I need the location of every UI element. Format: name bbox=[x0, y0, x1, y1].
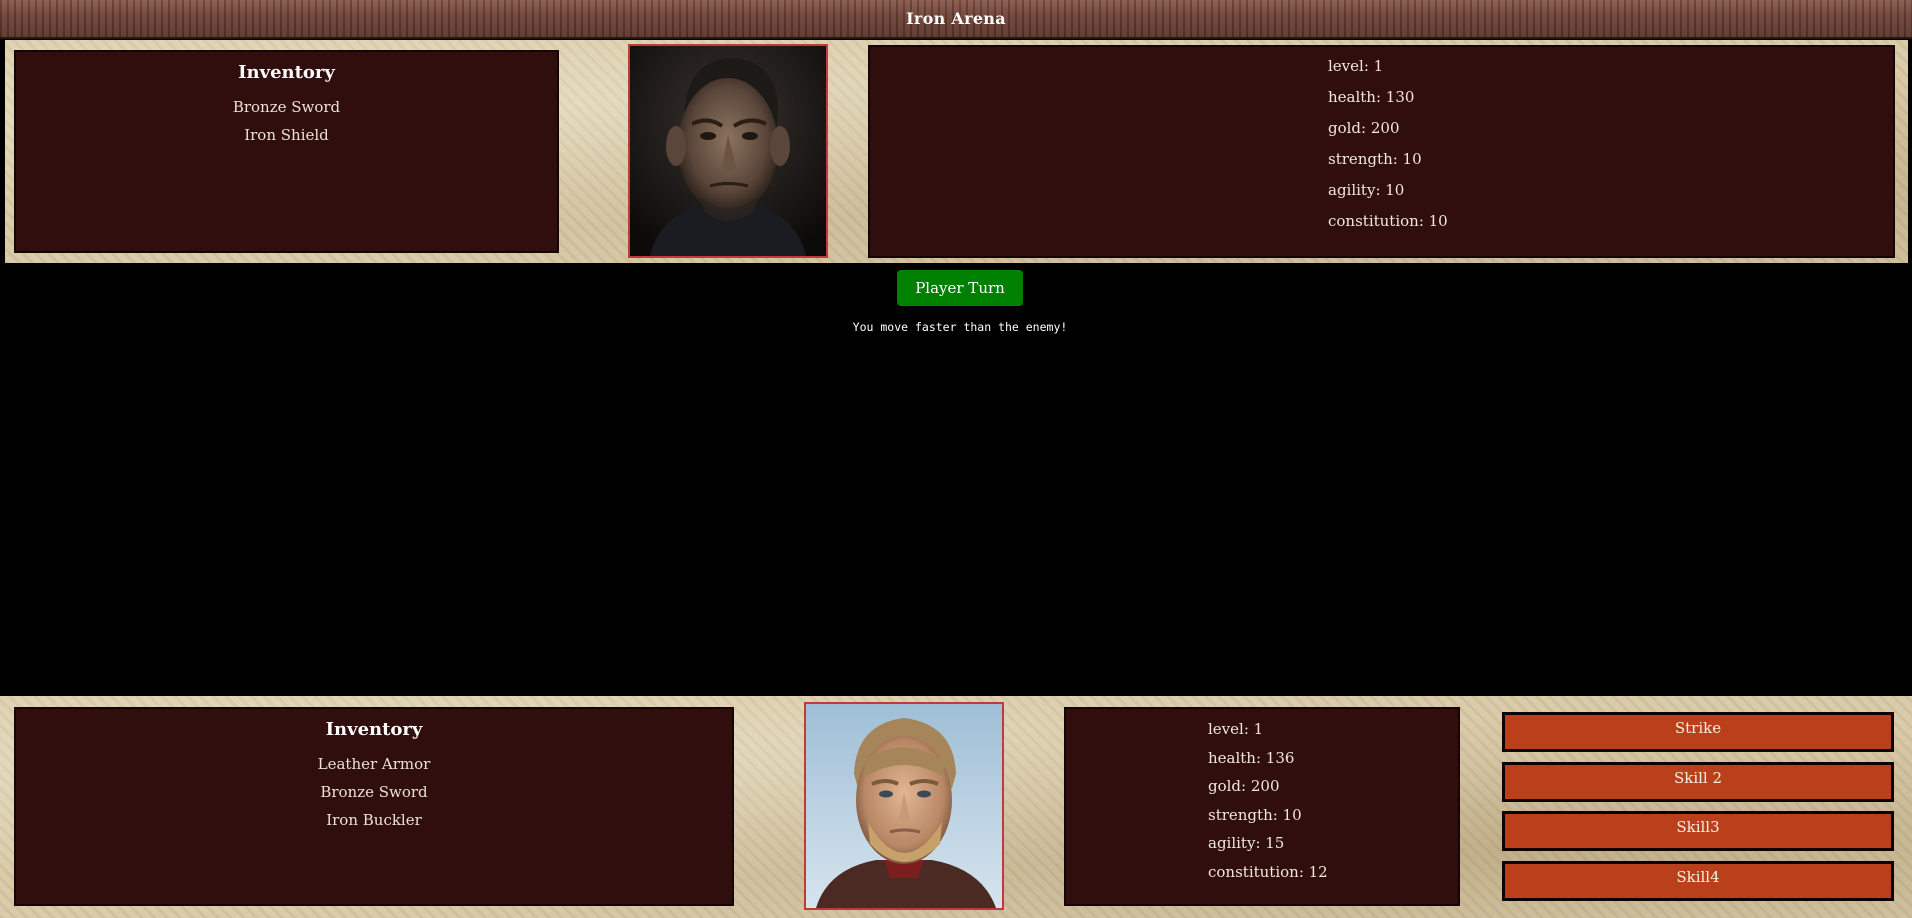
stat-constitution: constitution: 12 bbox=[1208, 862, 1328, 881]
title-bar: Iron Arena bbox=[0, 0, 1912, 39]
stat-health: health: 136 bbox=[1208, 748, 1295, 767]
game-title: Iron Arena bbox=[906, 9, 1006, 28]
inventory-item[interactable]: Bronze Sword bbox=[16, 93, 557, 121]
player-stats-list: level: 1 health: 136 gold: 200 strength:… bbox=[1208, 715, 1328, 886]
strike-button[interactable]: Strike bbox=[1502, 712, 1894, 752]
stat-health: health: 130 bbox=[1328, 88, 1415, 106]
combat-log-message: You move faster than the enemy! bbox=[852, 320, 1068, 334]
stat-gold: gold: 200 bbox=[1328, 119, 1400, 137]
inventory-item[interactable]: Leather Armor bbox=[16, 750, 732, 778]
stat-constitution: constitution: 10 bbox=[1328, 212, 1448, 230]
enemy-stats-list: level: 1 health: 130 gold: 200 strength:… bbox=[1328, 51, 1448, 237]
stat-gold: gold: 200 bbox=[1208, 777, 1280, 795]
stat-strength: strength: 10 bbox=[1328, 150, 1422, 168]
enemy-portrait-image bbox=[630, 46, 826, 256]
stat-level: level: 1 bbox=[1208, 720, 1264, 738]
enemy-inventory-title: Inventory bbox=[238, 62, 335, 83]
player-inventory-title: Inventory bbox=[325, 719, 423, 740]
stat-level: level: 1 bbox=[1328, 57, 1384, 75]
stat-agility: agility: 10 bbox=[1328, 181, 1405, 199]
player-inventory-list: Leather Armor Bronze Sword Iron Buckler bbox=[16, 750, 732, 834]
stat-agility: agility: 15 bbox=[1208, 834, 1285, 852]
skill-2-button[interactable]: Skill 2 bbox=[1502, 762, 1894, 802]
enemy-portrait bbox=[628, 44, 828, 258]
enemy-inventory-list: Bronze Sword Iron Shield bbox=[16, 93, 557, 149]
player-portrait bbox=[804, 702, 1004, 910]
enemy-stats-panel: level: 1 health: 130 gold: 200 strength:… bbox=[868, 45, 1895, 258]
player-inventory-panel: Inventory Leather Armor Bronze Sword Iro… bbox=[14, 707, 734, 906]
player-stats-panel: level: 1 health: 136 gold: 200 strength:… bbox=[1064, 707, 1460, 906]
stat-strength: strength: 10 bbox=[1208, 805, 1302, 824]
skill-3-button[interactable]: Skill3 bbox=[1502, 811, 1894, 851]
player-turn-button[interactable]: Player Turn bbox=[897, 270, 1023, 306]
inventory-item[interactable]: Iron Shield bbox=[16, 121, 557, 149]
inventory-item[interactable]: Bronze Sword bbox=[16, 778, 732, 806]
enemy-inventory-panel: Inventory Bronze Sword Iron Shield bbox=[14, 50, 559, 253]
player-portrait-image bbox=[806, 704, 1002, 908]
inventory-item[interactable]: Iron Buckler bbox=[16, 806, 732, 834]
skill-4-button[interactable]: Skill4 bbox=[1502, 861, 1894, 901]
